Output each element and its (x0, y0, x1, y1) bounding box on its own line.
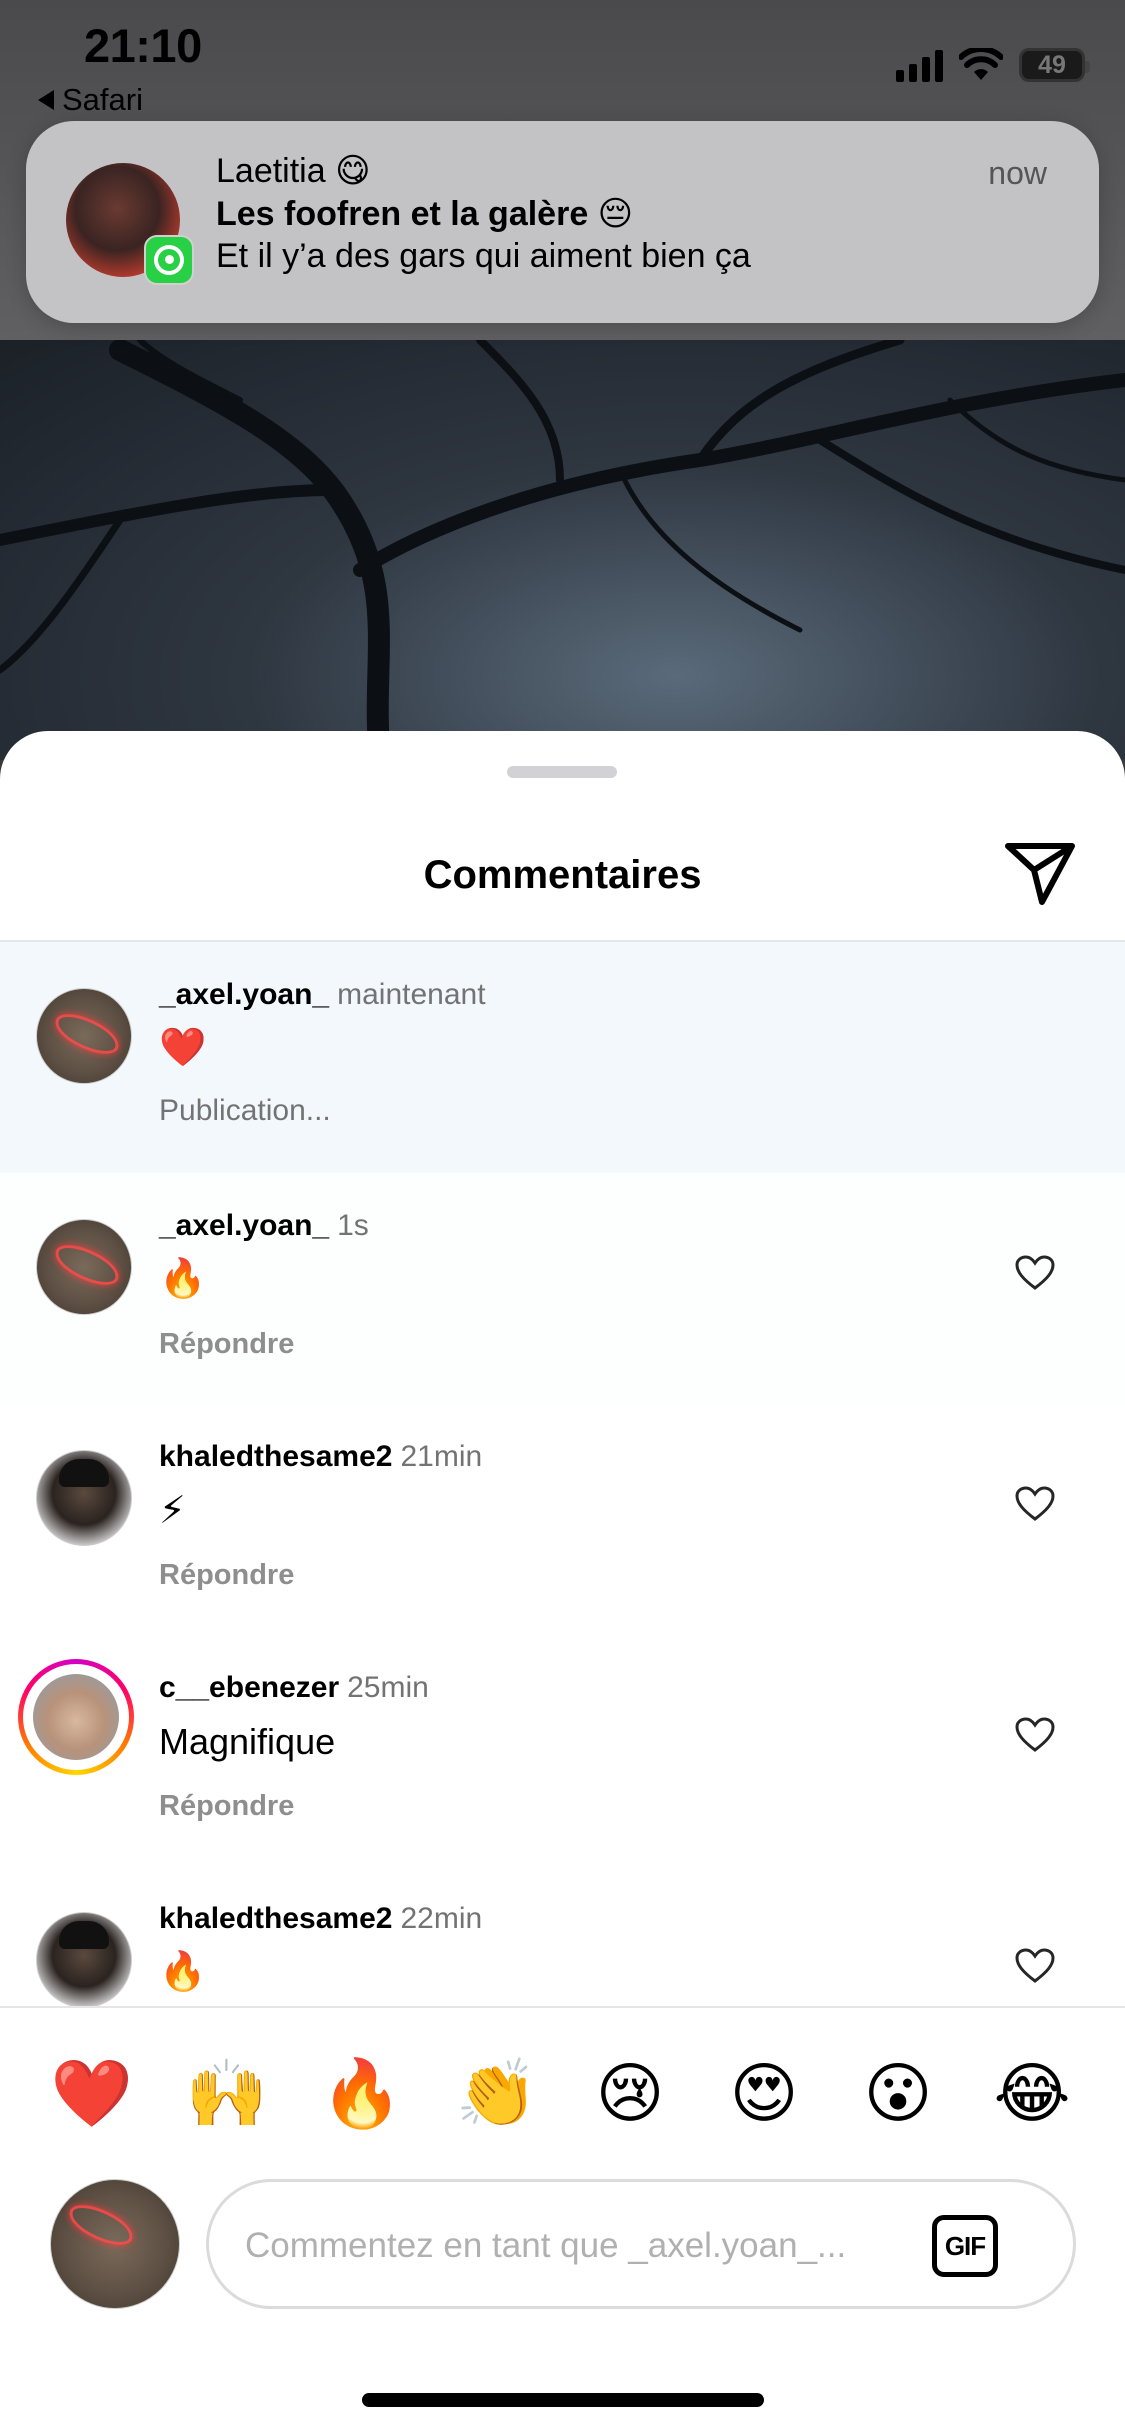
comment-item: khaledthesame2 21min ⚡ Répondre (0, 1404, 1125, 1635)
sheet-grabber[interactable] (507, 766, 617, 778)
comment-username-text: khaledthesame2 (159, 1440, 393, 1473)
wifi-icon (959, 48, 1003, 80)
comments-list: _axel.yoan_ maintenant ❤️ Publication... … (0, 942, 1125, 2006)
comment-time: 1s (337, 1209, 369, 1242)
comment-username[interactable]: khaledthesame2 22min (159, 1902, 482, 1936)
notification-time: now (988, 155, 1047, 191)
share-send-icon[interactable] (1004, 840, 1076, 906)
comment-text: ❤️ (159, 1027, 207, 1069)
notification-body: Et il y’a des gars qui aiment bien ça (216, 237, 751, 275)
like-heart-icon[interactable] (1015, 1717, 1055, 1753)
comment-username-text: _axel.yoan_ (159, 978, 330, 1011)
back-to-app-button[interactable]: Safari (38, 82, 143, 118)
reaction-heart-button[interactable]: ❤️ (47, 2048, 137, 2138)
back-arrow-icon (38, 90, 54, 110)
comment-username[interactable]: _axel.yoan_ maintenant (159, 978, 486, 1012)
comment-username-text: c__ebenezer (159, 1671, 340, 1704)
avatar[interactable] (36, 988, 132, 1084)
reaction-laughing-button[interactable]: 😂 (987, 2048, 1077, 2138)
avatar (33, 1674, 119, 1760)
comment-posting-status: Publication... (159, 1094, 331, 1127)
comment-composer[interactable]: GIF (206, 2179, 1076, 2309)
reply-button[interactable]: Répondre (159, 1328, 294, 1361)
status-time: 21:10 (84, 19, 202, 72)
comment-time: 25min (347, 1671, 429, 1704)
notification-title: Les foofren et la galère 😔 (216, 195, 634, 233)
notification-sender: Laetitia 😋 (216, 152, 371, 190)
comment-input[interactable] (245, 2218, 905, 2274)
cellular-signal-icon (896, 48, 943, 82)
gif-button[interactable]: GIF (932, 2215, 998, 2277)
comment-text: ⚡ (159, 1490, 186, 1532)
battery-level: 49 (1038, 50, 1066, 79)
comment-time: 22min (400, 1902, 483, 1935)
comment-item: c__ebenezer 25min Magnifique Répondre (0, 1635, 1125, 1866)
comment-text: Magnifique (159, 1721, 336, 1762)
comment-time: 21min (400, 1440, 483, 1473)
reaction-raised-hands-button[interactable]: 🙌 (182, 2048, 272, 2138)
comment-username[interactable]: c__ebenezer 25min (159, 1671, 429, 1705)
post-photo (0, 340, 1125, 760)
like-heart-icon[interactable] (1015, 1948, 1055, 1984)
comment-username-text: khaledthesame2 (159, 1902, 393, 1935)
reaction-heart-eyes-button[interactable]: 😍 (719, 2048, 809, 2138)
comment-item: _axel.yoan_ 1s 🔥 Répondre (0, 1173, 1125, 1404)
comments-sheet: Commentaires _axel.yoan_ maintenant ❤️ Pu… (0, 731, 1125, 2436)
comment-item: khaledthesame2 22min 🔥 (0, 1866, 1125, 2006)
whatsapp-icon (144, 235, 194, 285)
battery-icon: 49 (1019, 48, 1090, 82)
comment-text: 🔥 (159, 1258, 207, 1300)
reaction-clap-button[interactable]: 👏 (452, 2048, 542, 2138)
reaction-fire-button[interactable]: 🔥 (317, 2048, 407, 2138)
reply-button[interactable]: Répondre (159, 1790, 294, 1823)
comment-username-text: _axel.yoan_ (159, 1209, 330, 1242)
reaction-crying-button[interactable]: 😢 (585, 2048, 675, 2138)
reaction-divider (0, 2006, 1125, 2008)
back-app-label: Safari (62, 82, 143, 117)
comment-item: _axel.yoan_ maintenant ❤️ Publication... (0, 942, 1125, 1173)
comment-username[interactable]: khaledthesame2 21min (159, 1440, 482, 1474)
comment-time: maintenant (337, 978, 486, 1011)
quick-reactions-bar: ❤️ 🙌 🔥 👏 😢 😍 😮 😂 (0, 2048, 1125, 2138)
comment-text: 🔥 (159, 1951, 207, 1993)
sheet-title: Commentaires (423, 853, 702, 897)
like-heart-icon[interactable] (1015, 1486, 1055, 1522)
reply-button[interactable]: Répondre (159, 1559, 294, 1592)
notification-banner[interactable]: Laetitia 😋 Les foofren et la galère 😔 Et… (26, 121, 1099, 323)
avatar[interactable] (36, 1219, 132, 1315)
like-heart-icon[interactable] (1015, 1255, 1055, 1291)
home-indicator[interactable] (362, 2393, 764, 2407)
story-ring-avatar[interactable] (18, 1659, 134, 1775)
reaction-surprised-button[interactable]: 😮 (853, 2048, 943, 2138)
avatar[interactable] (36, 1450, 132, 1546)
avatar[interactable] (36, 1912, 132, 2006)
status-icons: 49 (896, 48, 1090, 82)
composer-avatar (50, 2179, 180, 2309)
status-bar: 21:10 Safari 49 (0, 0, 1125, 130)
comment-username[interactable]: _axel.yoan_ 1s (159, 1209, 369, 1243)
